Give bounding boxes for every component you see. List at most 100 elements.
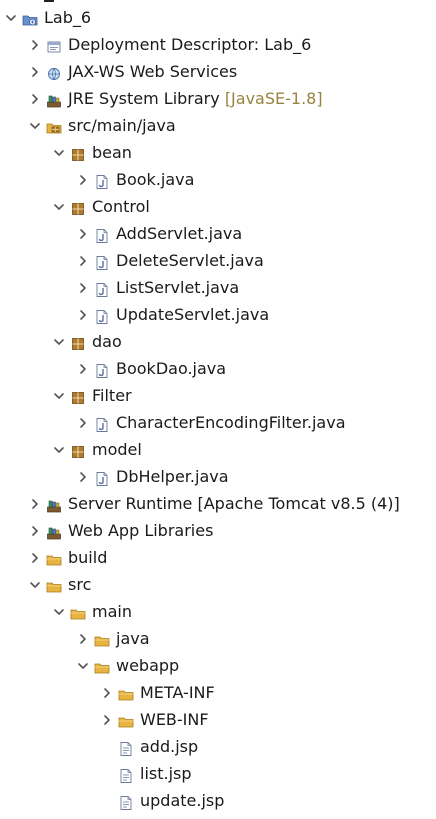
tree-item-name: META-INF (140, 683, 215, 702)
chevron-right-icon[interactable] (100, 706, 114, 733)
chevron-down-icon[interactable] (52, 193, 66, 220)
tree-item-label: update.jsp (140, 787, 224, 814)
tree-item[interactable]: DbHelper.java (0, 463, 436, 490)
tree-item[interactable]: add.jsp (0, 733, 436, 760)
tree-item[interactable]: dao (0, 328, 436, 355)
tree-item[interactable]: Server Runtime [Apache Tomcat v8.5 (4)] (0, 490, 436, 517)
chevron-right-icon[interactable] (28, 31, 42, 58)
chevron-right-icon[interactable] (28, 517, 42, 544)
tree-item[interactable]: list.jsp (0, 760, 436, 787)
chevron-right-icon[interactable] (76, 220, 90, 247)
chevron-down-icon[interactable] (52, 598, 66, 625)
tree-item[interactable]: UpdateServlet.java (0, 301, 436, 328)
tree-item-name: list.jsp (140, 764, 192, 783)
package-icon (70, 387, 86, 404)
chevron-right-icon[interactable] (28, 490, 42, 517)
tree-item[interactable]: Web App Libraries (0, 517, 436, 544)
tree-item[interactable]: DeleteServlet.java (0, 247, 436, 274)
library-icon (46, 90, 62, 108)
tree-item[interactable]: Lab_6 (0, 4, 436, 31)
package-icon (70, 441, 86, 458)
chevron-right-icon[interactable] (76, 247, 90, 274)
folder-icon (118, 711, 134, 728)
chevron-right-icon[interactable] (76, 463, 90, 490)
chevron-right-icon[interactable] (76, 355, 90, 382)
tree-item-name: src/main/java (68, 116, 176, 135)
folder-icon (118, 684, 134, 701)
tree-item-label: WEB-INF (140, 706, 209, 733)
tree-item-name: Filter (92, 386, 132, 405)
chevron-right-icon[interactable] (76, 274, 90, 301)
folder-icon (94, 630, 110, 647)
tree-item-name: webapp (116, 656, 180, 675)
tree-item-name: BookDao.java (116, 359, 227, 378)
chevron-right-icon[interactable] (76, 301, 90, 328)
tree-item[interactable]: Control (0, 193, 436, 220)
tree-item-label: Filter (92, 382, 132, 409)
tree-item-label: UpdateServlet.java (116, 301, 269, 328)
tree-item[interactable]: src/main/java (0, 112, 436, 139)
chevron-right-icon[interactable] (28, 85, 42, 112)
chevron-right-icon[interactable] (28, 58, 42, 85)
package-icon (70, 333, 86, 350)
tree-item-name: model (92, 440, 142, 459)
chevron-down-icon[interactable] (28, 112, 42, 139)
tree-item[interactable]: META-INF (0, 679, 436, 706)
tree-item[interactable]: Book.java (0, 166, 436, 193)
java-file-icon (94, 171, 110, 189)
chevron-down-icon[interactable] (52, 139, 66, 166)
chevron-right-icon[interactable] (76, 625, 90, 652)
tree-item-label: ListServlet.java (116, 274, 239, 301)
tree-item[interactable]: CharacterEncodingFilter.java (0, 409, 436, 436)
folder-icon (94, 657, 110, 674)
project-icon (22, 9, 38, 26)
tree-item-name: add.jsp (140, 737, 199, 756)
tree-item[interactable]: update.jsp (0, 787, 436, 814)
chevron-right-icon[interactable] (76, 166, 90, 193)
chevron-down-icon[interactable] (28, 571, 42, 598)
tree-item-label: Server Runtime [Apache Tomcat v8.5 (4)] (68, 490, 400, 517)
java-file-icon (94, 414, 110, 432)
tree-item-name: dao (92, 332, 122, 351)
tree-item[interactable]: WEB-INF (0, 706, 436, 733)
chevron-right-icon[interactable] (76, 409, 90, 436)
text-cursor-mark (44, 0, 54, 2)
chevron-down-icon[interactable] (76, 652, 90, 679)
tree-item[interactable]: JAX-WS Web Services (0, 58, 436, 85)
tree-item[interactable]: AddServlet.java (0, 220, 436, 247)
tree-item[interactable]: ListServlet.java (0, 274, 436, 301)
chevron-down-icon[interactable] (52, 328, 66, 355)
java-file-icon (94, 279, 110, 297)
tree-item-name: CharacterEncodingFilter.java (116, 413, 346, 432)
package-icon (70, 144, 86, 161)
tree-item[interactable]: main (0, 598, 436, 625)
tree-item[interactable]: model (0, 436, 436, 463)
project-explorer-tree: Lab_6 Deployment Descriptor: Lab_6 JAX-WS … (0, 4, 436, 814)
tree-item[interactable]: BookDao.java (0, 355, 436, 382)
tree-item[interactable]: webapp (0, 652, 436, 679)
chevron-right-icon[interactable] (28, 544, 42, 571)
tree-item-name: ListServlet.java (116, 278, 240, 297)
tree-item[interactable]: JRE System Library [JavaSE-1.8] (0, 85, 436, 112)
tree-item-label: DbHelper.java (116, 463, 229, 490)
tree-item[interactable]: build (0, 544, 436, 571)
chevron-right-icon[interactable] (100, 679, 114, 706)
tree-item[interactable]: Deployment Descriptor: Lab_6 (0, 31, 436, 58)
chevron-down-icon[interactable] (52, 382, 66, 409)
tree-item-name: DeleteServlet.java (116, 251, 264, 270)
deployment-descriptor-icon (46, 36, 62, 53)
tree-item[interactable]: Filter (0, 382, 436, 409)
tree-item-label: src (68, 571, 91, 598)
tree-item-label: webapp (116, 652, 179, 679)
jsp-file-icon (118, 792, 134, 810)
tree-item-label: AddServlet.java (116, 220, 242, 247)
java-file-icon (94, 252, 110, 270)
tree-item-name: JAX-WS Web Services (68, 62, 238, 81)
chevron-down-icon[interactable] (52, 436, 66, 463)
tree-item[interactable]: src (0, 571, 436, 598)
tree-item-name: bean (92, 143, 132, 162)
tree-item[interactable]: java (0, 625, 436, 652)
tree-item[interactable]: bean (0, 139, 436, 166)
tree-item-label: add.jsp (140, 733, 198, 760)
chevron-down-icon[interactable] (4, 4, 18, 31)
